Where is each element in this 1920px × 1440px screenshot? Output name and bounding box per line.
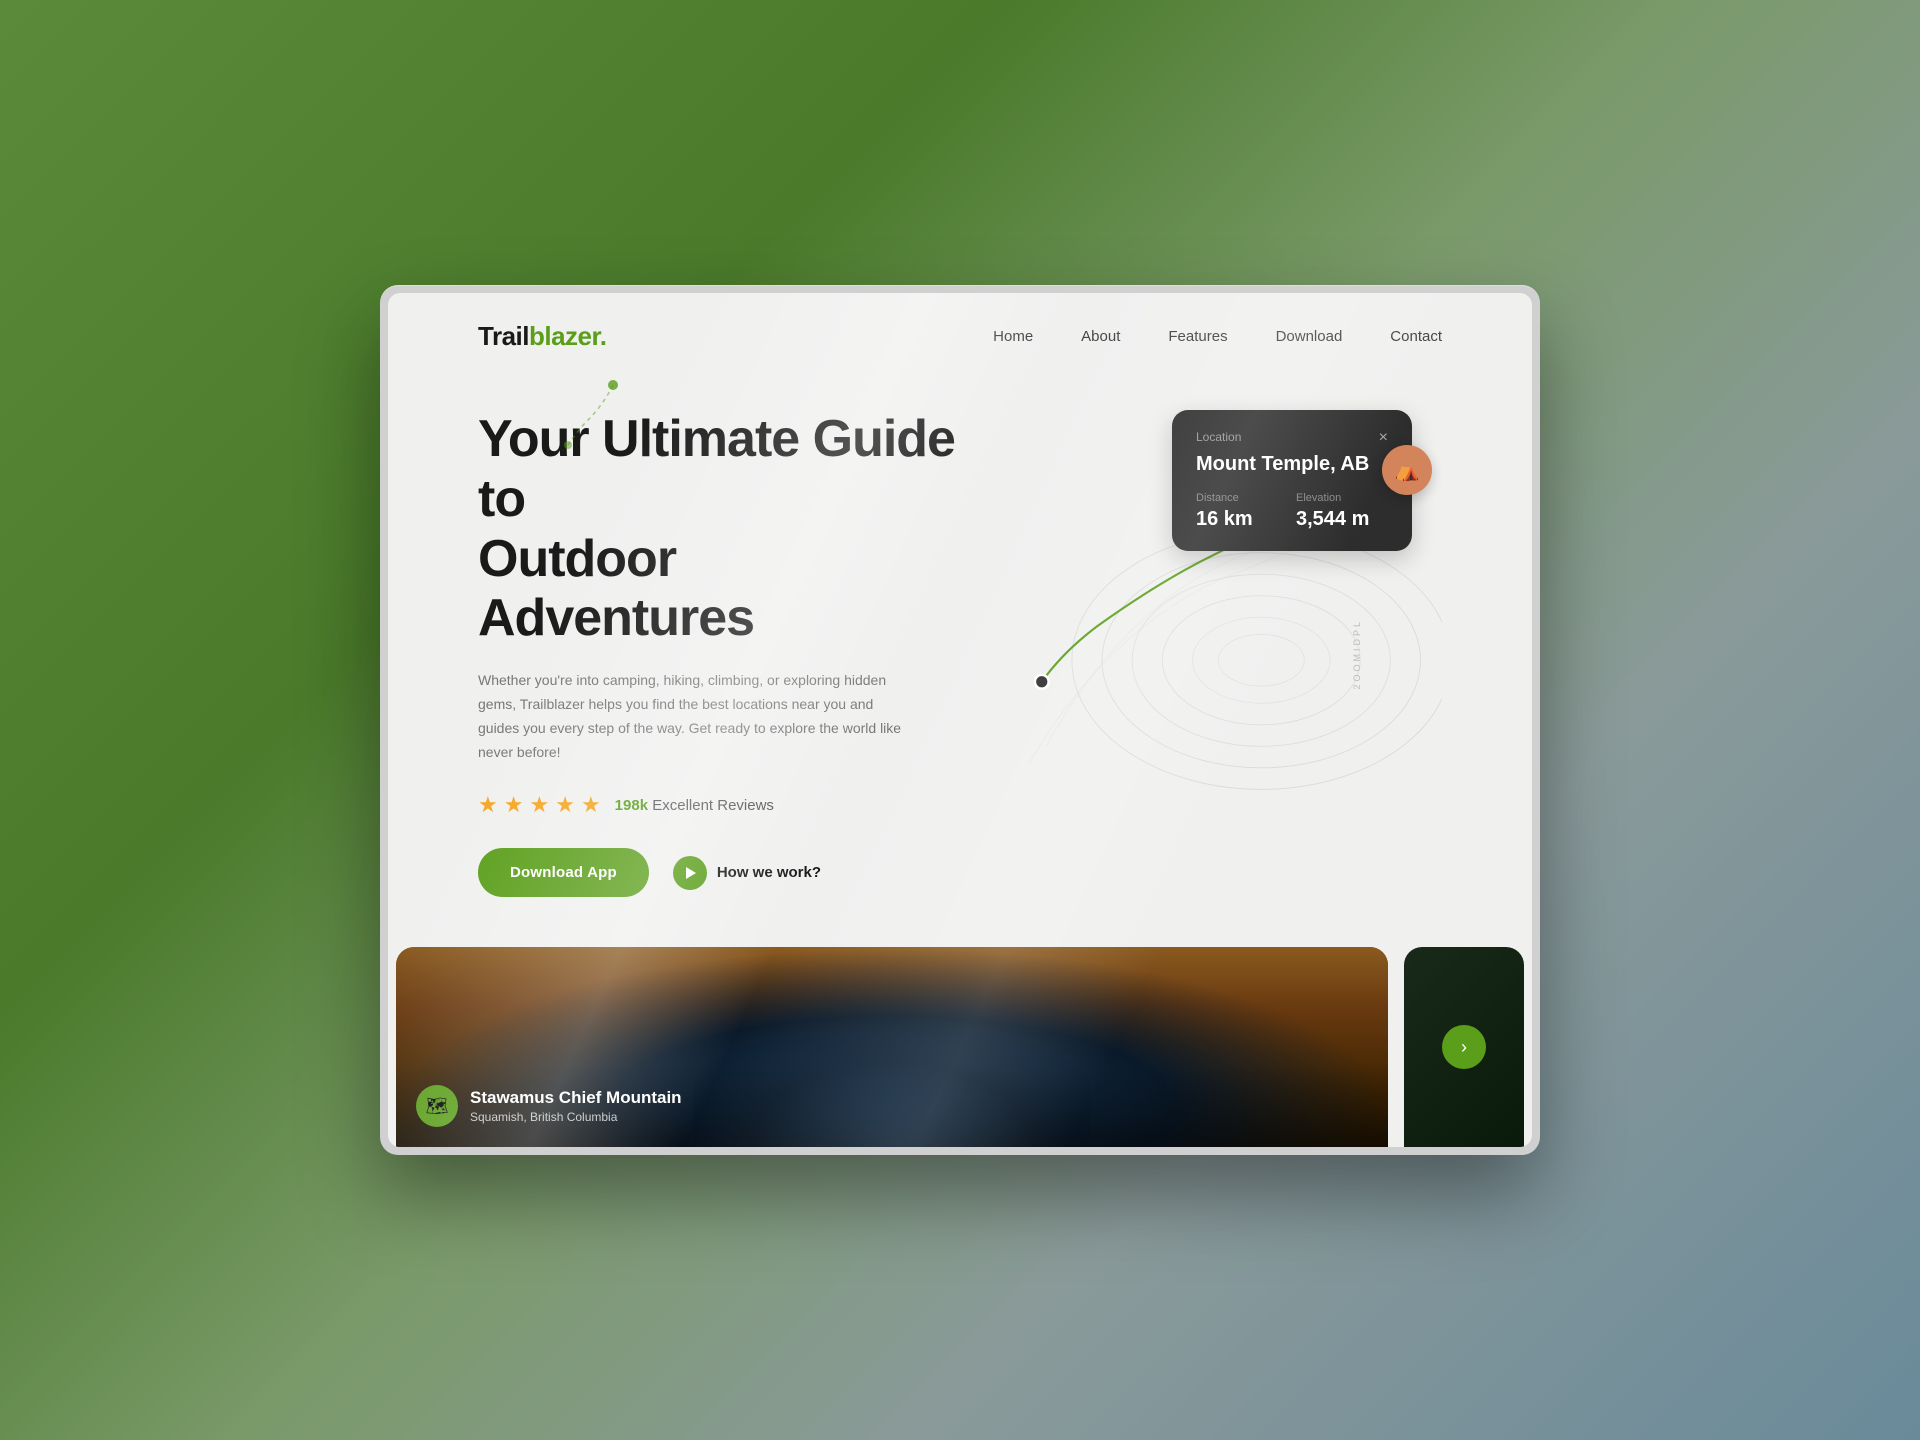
- how-we-work-link[interactable]: How we work?: [673, 856, 821, 890]
- mountain-icon: ⛺: [1395, 458, 1420, 483]
- distance-stat: Distance 16 km: [1196, 492, 1288, 531]
- nav-about[interactable]: About: [1081, 328, 1120, 345]
- star-2: ★: [504, 792, 524, 818]
- location-label: Location: [1196, 430, 1241, 444]
- location-stats: Distance 16 km Elevation 3,544 m: [1196, 492, 1388, 531]
- logo: Trailblazer.: [478, 321, 606, 352]
- map-badge-icon: 🗺: [416, 1085, 458, 1127]
- arrow-right-icon: ›: [1461, 1037, 1467, 1058]
- star-1: ★: [478, 792, 498, 818]
- hero-section: Your Ultimate Guide to Outdoor Adventure…: [388, 380, 1532, 897]
- bottom-section: 🗺 Stawamus Chief Mountain Squamish, Brit…: [388, 947, 1532, 1147]
- distance-value: 16 km: [1196, 508, 1288, 531]
- side-card-button[interactable]: ›: [1442, 1025, 1486, 1069]
- cta-row: Download App How we work?: [478, 848, 960, 897]
- card-location-info: Stawamus Chief Mountain Squamish, Britis…: [470, 1088, 682, 1124]
- play-icon: [673, 856, 707, 890]
- navbar: Trailblazer. Home About Features Downloa…: [388, 293, 1532, 380]
- card-location-name: Stawamus Chief Mountain: [470, 1088, 682, 1108]
- card-location-badge: 🗺 Stawamus Chief Mountain Squamish, Brit…: [416, 1085, 1368, 1127]
- card-overlay: 🗺 Stawamus Chief Mountain Squamish, Brit…: [396, 1065, 1388, 1147]
- hero-description: Whether you're into camping, hiking, cli…: [478, 669, 908, 764]
- nav-features[interactable]: Features: [1168, 328, 1227, 345]
- map-pin[interactable]: ⛺: [1382, 445, 1432, 495]
- hero-left: Your Ultimate Guide to Outdoor Adventure…: [478, 390, 960, 897]
- star-4: ★: [555, 792, 575, 818]
- nav-download[interactable]: Download: [1276, 328, 1343, 345]
- decorative-dots-icon: [533, 375, 653, 455]
- reviews-count: 198k: [615, 797, 648, 814]
- card-location-sub: Squamish, British Columbia: [470, 1110, 682, 1124]
- elevation-stat: Elevation 3,544 m: [1296, 492, 1388, 531]
- nav-links: Home About Features Download Contact: [993, 328, 1442, 346]
- elevation-label: Elevation: [1296, 492, 1388, 504]
- logo-trail: Trail: [478, 321, 529, 351]
- logo-dot: .: [600, 321, 607, 351]
- reviews-text: 198k Excellent Reviews: [615, 797, 774, 814]
- main-location-card[interactable]: 🗺 Stawamus Chief Mountain Squamish, Brit…: [396, 947, 1388, 1147]
- location-name: Mount Temple, AB: [1196, 452, 1388, 476]
- distance-label: Distance: [1196, 492, 1288, 504]
- location-card: Location × Mount Temple, AB Distance 16 …: [1172, 410, 1412, 551]
- map-icon: 🗺: [426, 1096, 449, 1117]
- secondary-card[interactable]: ›: [1404, 947, 1524, 1147]
- logo-blazer: blazer: [529, 321, 600, 351]
- elevation-value: 3,544 m: [1296, 508, 1388, 531]
- star-5: ★: [581, 792, 601, 818]
- star-3: ★: [529, 792, 549, 818]
- nav-contact[interactable]: Contact: [1390, 328, 1442, 345]
- monitor-frame: Trailblazer. Home About Features Downloa…: [380, 285, 1540, 1155]
- location-header: Location ×: [1196, 430, 1388, 446]
- hero-right: MIDPL 2OOMIDPL Location × Mount Temple, …: [960, 390, 1442, 810]
- screen: Trailblazer. Home About Features Downloa…: [388, 293, 1532, 1147]
- download-app-button[interactable]: Download App: [478, 848, 649, 897]
- nav-home[interactable]: Home: [993, 328, 1033, 345]
- stars-row: ★ ★ ★ ★ ★ 198k Excellent Reviews: [478, 792, 960, 818]
- close-button[interactable]: ×: [1379, 430, 1388, 446]
